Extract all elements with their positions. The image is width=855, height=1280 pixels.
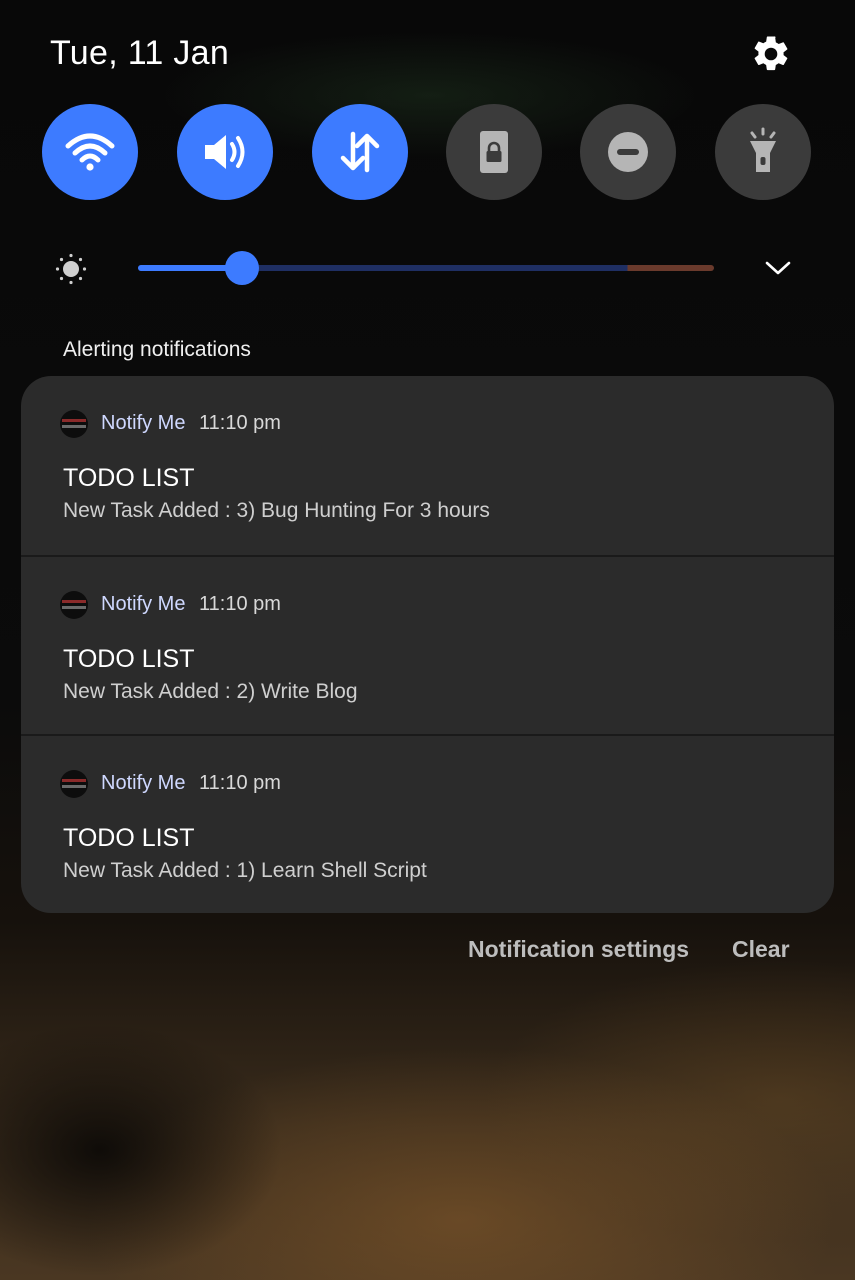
quick-settings-row: [42, 104, 812, 200]
notification-time: 11:10 pm: [199, 412, 281, 434]
app-icon: [60, 410, 88, 438]
app-name: Notify Me: [101, 412, 186, 434]
brightness-thumb[interactable]: [224, 251, 259, 285]
wifi-toggle[interactable]: [42, 104, 138, 200]
sound-toggle[interactable]: [177, 104, 273, 200]
app-name: Notify Me: [101, 593, 186, 615]
app-name: Notify Me: [101, 772, 186, 794]
volume-icon: [205, 135, 245, 169]
notification-card: Notify Me 11:10 pm TODO LIST New Task Ad…: [21, 376, 834, 913]
flashlight-icon: [750, 127, 776, 172]
section-title: Alerting notifications: [63, 338, 251, 361]
notification-title: TODO LIST: [63, 824, 195, 852]
notification-text: New Task Added : 2) Write Blog: [63, 680, 358, 703]
gear-icon: [754, 36, 788, 71]
clear-button[interactable]: Clear: [732, 936, 790, 963]
notification-item[interactable]: Notify Me 11:10 pm TODO LIST New Task Ad…: [21, 376, 834, 555]
mobile-data-icon: [340, 131, 380, 173]
notification-time: 11:10 pm: [199, 772, 281, 794]
notification-text: New Task Added : 3) Bug Hunting For 3 ho…: [63, 499, 490, 522]
notification-title: TODO LIST: [63, 464, 195, 492]
screen-lock-toggle[interactable]: [446, 104, 542, 200]
notification-text: New Task Added : 1) Learn Shell Script: [63, 859, 427, 882]
app-icon: [60, 591, 88, 619]
notification-settings-button[interactable]: Notification settings: [468, 936, 689, 963]
app-icon: [60, 770, 88, 798]
settings-button[interactable]: [750, 33, 792, 75]
brightness-slider[interactable]: [138, 251, 714, 285]
flashlight-toggle[interactable]: [715, 104, 811, 200]
notification-item[interactable]: Notify Me 11:10 pm TODO LIST New Task Ad…: [21, 555, 834, 734]
mobile-data-toggle[interactable]: [312, 104, 408, 200]
notification-time: 11:10 pm: [199, 593, 281, 615]
date-label: Tue, 11 Jan: [50, 34, 230, 72]
do-not-disturb-icon: [608, 132, 648, 172]
expand-panel-button[interactable]: [762, 254, 794, 282]
brightness-icon: [54, 252, 88, 286]
do-not-disturb-toggle[interactable]: [580, 104, 676, 200]
notification-item[interactable]: Notify Me 11:10 pm TODO LIST New Task Ad…: [21, 734, 834, 913]
notification-title: TODO LIST: [63, 645, 195, 673]
lock-icon: [480, 131, 508, 173]
wifi-icon: [65, 133, 115, 171]
chevron-down-icon: [765, 261, 791, 275]
